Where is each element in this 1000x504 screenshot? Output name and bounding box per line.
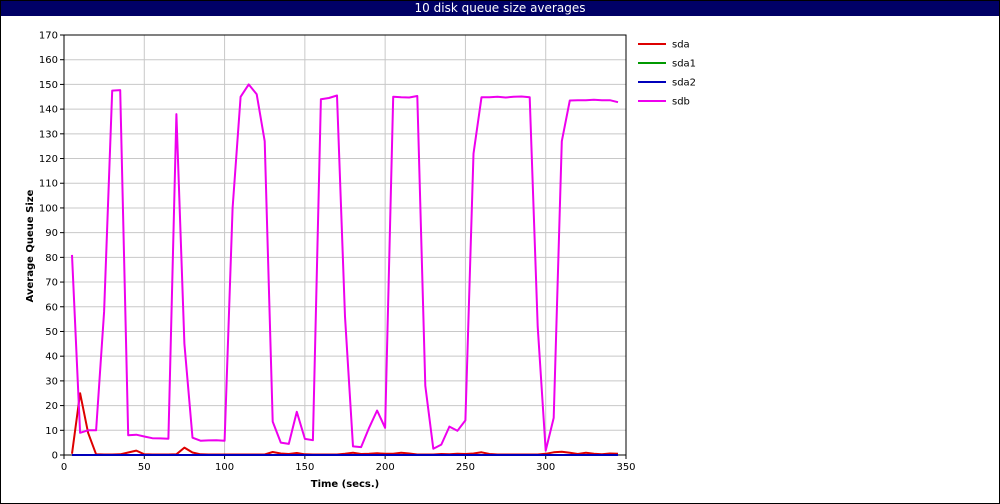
y-tick-label: 120: [39, 154, 58, 165]
y-tick-label: 60: [45, 302, 58, 313]
x-tick-label: 150: [295, 462, 314, 473]
y-tick-label: 100: [39, 203, 58, 214]
legend-label-sda2: sda2: [672, 78, 696, 89]
y-tick-label: 20: [45, 401, 58, 412]
x-tick-label: 0: [61, 462, 67, 473]
y-tick-label: 90: [45, 228, 58, 239]
y-tick-label: 40: [45, 352, 58, 363]
y-tick-label: 10: [45, 426, 58, 437]
y-axis-title: Average Queue Size: [25, 189, 36, 302]
x-tick-label: 200: [376, 462, 395, 473]
x-axis-title: Time (secs.): [311, 479, 380, 490]
y-tick-label: 160: [39, 55, 58, 66]
y-tick-label: 140: [39, 105, 58, 116]
y-tick-label: 50: [45, 327, 58, 338]
y-tick-label: 80: [45, 253, 58, 264]
legend-label-sda: sda: [672, 40, 690, 51]
y-tick-label: 170: [39, 31, 58, 42]
y-tick-label: 0: [52, 451, 58, 462]
x-tick-label: 350: [616, 462, 635, 473]
y-tick-label: 150: [39, 80, 58, 91]
y-tick-label: 110: [39, 179, 58, 190]
legend-label-sda1: sda1: [672, 59, 696, 70]
y-tick-label: 70: [45, 278, 58, 289]
y-tick-label: 30: [45, 376, 58, 387]
x-tick-label: 250: [456, 462, 475, 473]
legend: sda sda1 sda2 sdb: [638, 40, 696, 108]
x-tick-label: 100: [215, 462, 234, 473]
y-tick-label: 130: [39, 129, 58, 140]
legend-label-sdb: sdb: [672, 97, 690, 108]
x-tick-label: 300: [536, 462, 555, 473]
line-chart: 0 10 20 30 40 50 60 70 80 90 100 110 120 130 140 150 160…: [25, 31, 696, 491]
x-tick-label: 50: [138, 462, 151, 473]
